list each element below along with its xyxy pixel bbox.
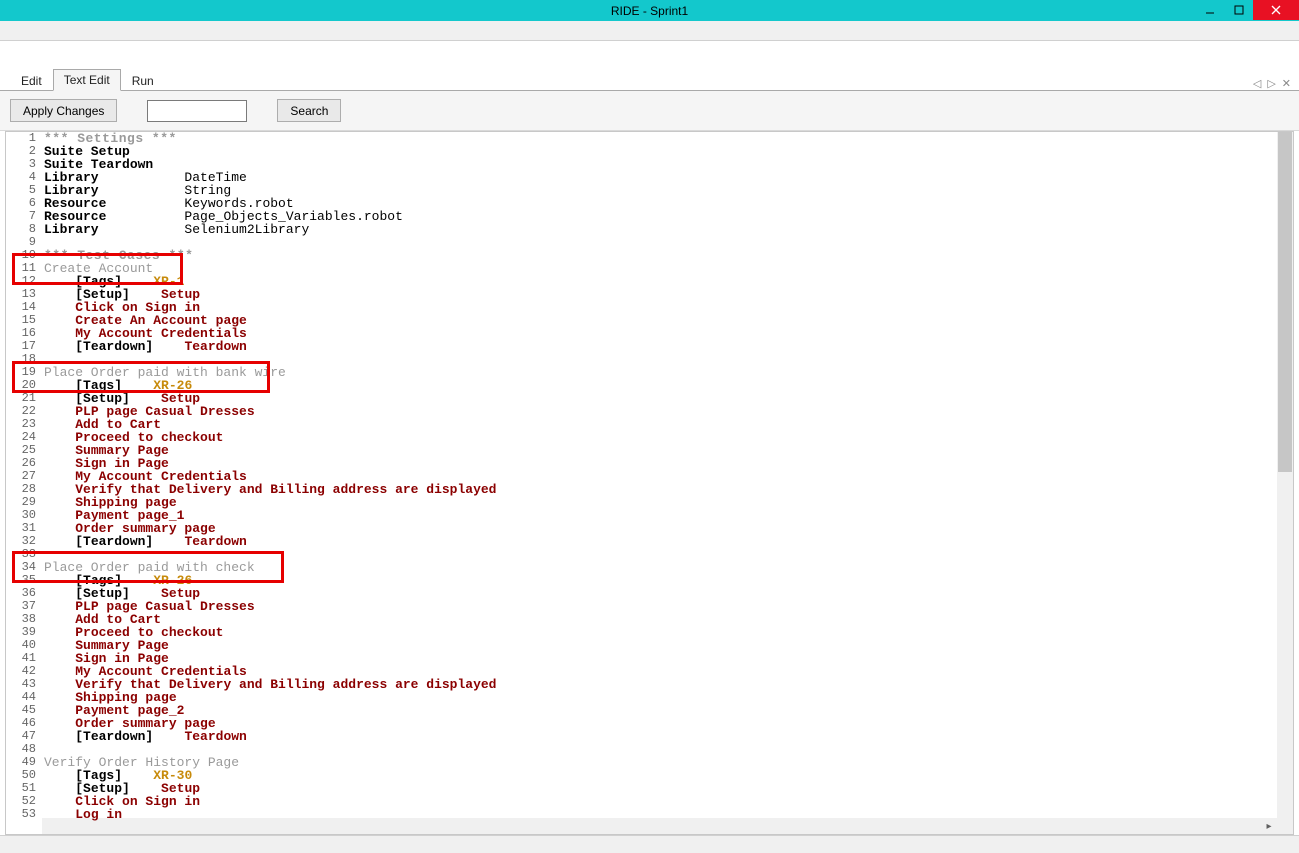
- code-line[interactable]: [Setup] Setup: [44, 288, 1277, 301]
- tab-close-icon[interactable]: ✕: [1282, 77, 1291, 90]
- window-title: RIDE - Sprint1: [611, 4, 688, 18]
- code-line[interactable]: *** Test Cases ***: [44, 249, 1277, 262]
- code-line[interactable]: PLP page Casual Dresses: [44, 405, 1277, 418]
- vertical-scrollbar[interactable]: [1277, 132, 1293, 818]
- code-line[interactable]: Shipping page: [44, 496, 1277, 509]
- code-line[interactable]: [Teardown] Teardown: [44, 340, 1277, 353]
- spacer: [0, 41, 1299, 69]
- code-line[interactable]: PLP page Casual Dresses: [44, 600, 1277, 613]
- tab-edit[interactable]: Edit: [10, 70, 53, 91]
- menubar: [0, 21, 1299, 41]
- code-line[interactable]: Add to Cart: [44, 418, 1277, 431]
- code-line[interactable]: Summary Page: [44, 444, 1277, 457]
- code-area[interactable]: *** Settings ***Suite SetupSuite Teardow…: [44, 132, 1277, 818]
- tab-prev-icon[interactable]: ◁: [1253, 77, 1261, 90]
- code-line[interactable]: Verify that Delivery and Billing address…: [44, 678, 1277, 691]
- apply-changes-button[interactable]: Apply Changes: [10, 99, 117, 122]
- code-line[interactable]: Shipping page: [44, 691, 1277, 704]
- code-line[interactable]: Place Order paid with check: [44, 561, 1277, 574]
- code-line[interactable]: [Tags] XR-26: [44, 574, 1277, 587]
- code-line[interactable]: Payment page_2: [44, 704, 1277, 717]
- code-line[interactable]: [Teardown] Teardown: [44, 535, 1277, 548]
- code-line[interactable]: Library Selenium2Library: [44, 223, 1277, 236]
- code-line[interactable]: Payment page_1: [44, 509, 1277, 522]
- code-line[interactable]: Summary Page: [44, 639, 1277, 652]
- toolbar: Apply Changes Search: [0, 91, 1299, 131]
- code-line[interactable]: Place Order paid with bank wire: [44, 366, 1277, 379]
- code-line[interactable]: [Teardown] Teardown: [44, 730, 1277, 743]
- code-editor[interactable]: 1234567891011121314151617181920212223242…: [5, 131, 1294, 835]
- code-line[interactable]: [Tags] XR-26: [44, 379, 1277, 392]
- code-line[interactable]: *** Settings ***: [44, 132, 1277, 145]
- window-titlebar: RIDE - Sprint1: [0, 0, 1299, 21]
- tab-next-icon[interactable]: ▷: [1267, 77, 1275, 90]
- tab-nav: ◁ ▷ ✕: [1253, 77, 1291, 90]
- code-line[interactable]: Verify that Delivery and Billing address…: [44, 483, 1277, 496]
- tab-row: Edit Text Edit Run ◁ ▷ ✕: [0, 69, 1299, 91]
- code-line[interactable]: Proceed to checkout: [44, 431, 1277, 444]
- code-line[interactable]: Verify Order History Page: [44, 756, 1277, 769]
- code-line[interactable]: [Tags] XR-1: [44, 275, 1277, 288]
- tab-text-edit[interactable]: Text Edit: [53, 69, 121, 91]
- tab-run[interactable]: Run: [121, 70, 165, 91]
- minimize-button[interactable]: [1195, 0, 1224, 20]
- search-input[interactable]: [147, 100, 247, 122]
- code-line[interactable]: Create Account: [44, 262, 1277, 275]
- search-button[interactable]: Search: [277, 99, 341, 122]
- code-line[interactable]: Suite Setup: [44, 145, 1277, 158]
- code-line[interactable]: [Setup] Setup: [44, 782, 1277, 795]
- status-bar: [0, 835, 1299, 853]
- vertical-scroll-thumb[interactable]: [1278, 132, 1292, 472]
- maximize-button[interactable]: [1224, 0, 1253, 20]
- code-line[interactable]: Add to Cart: [44, 613, 1277, 626]
- window-controls: [1195, 0, 1299, 21]
- scroll-corner: [1277, 818, 1293, 834]
- code-line[interactable]: Log in: [44, 808, 1277, 821]
- line-number: 53: [6, 808, 36, 821]
- code-line[interactable]: [Tags] XR-30: [44, 769, 1277, 782]
- code-line[interactable]: Proceed to checkout: [44, 626, 1277, 639]
- code-line[interactable]: Click on Sign in: [44, 795, 1277, 808]
- scroll-right-icon[interactable]: ▸: [1261, 821, 1277, 832]
- line-gutter: 1234567891011121314151617181920212223242…: [6, 132, 42, 834]
- close-button[interactable]: [1253, 0, 1299, 20]
- code-line[interactable]: [44, 236, 1277, 249]
